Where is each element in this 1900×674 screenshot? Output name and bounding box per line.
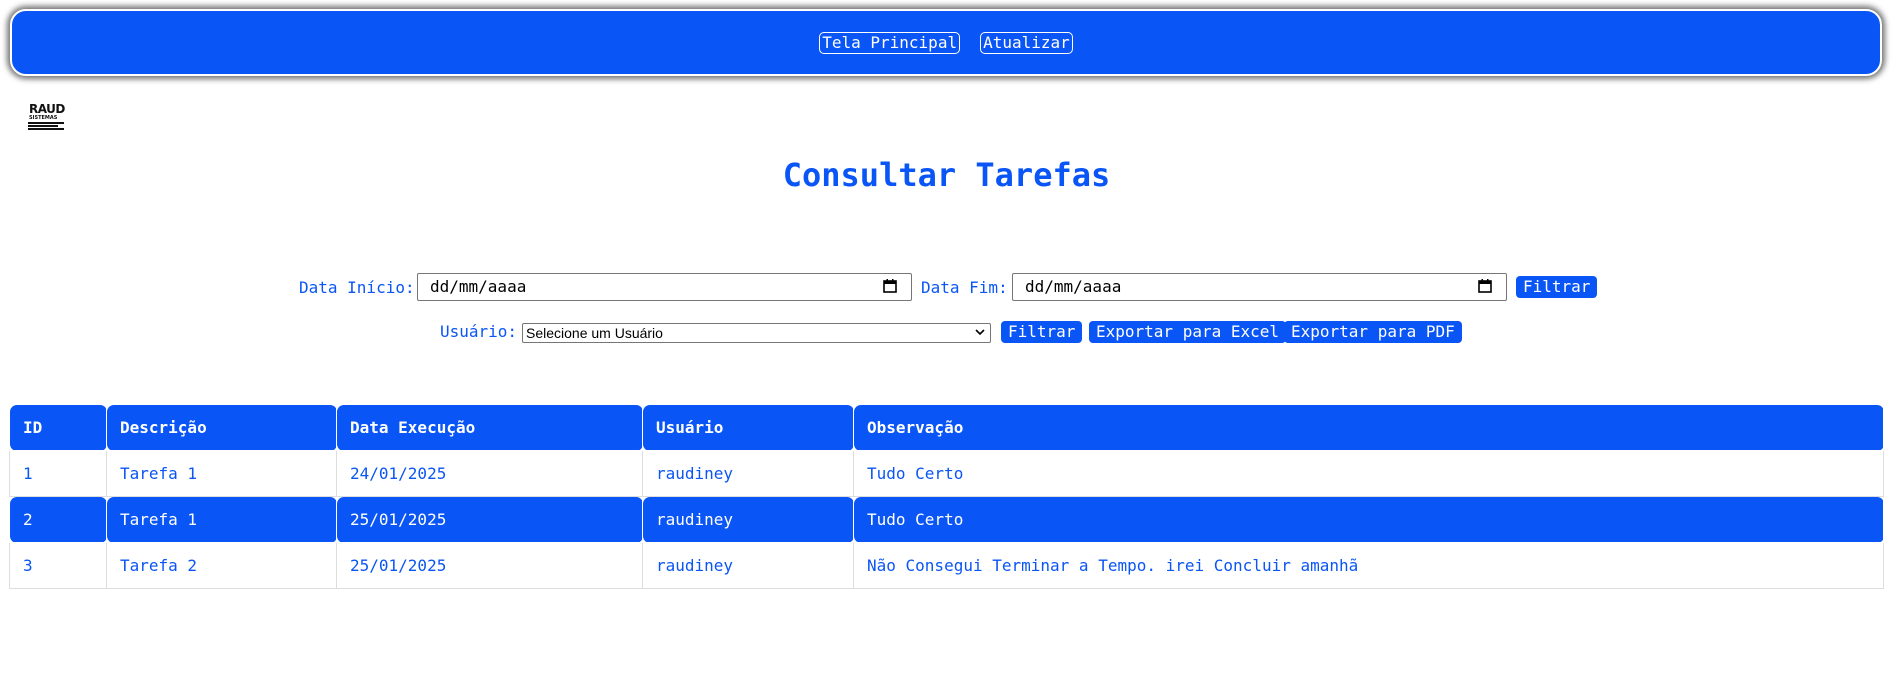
- cell-user: raudiney: [642, 450, 854, 497]
- start-date-value: dd/mm/aaaa: [430, 277, 527, 296]
- user-select[interactable]: Selecione um Usuário: [522, 323, 991, 343]
- export-excel-button[interactable]: Exportar para Excel: [1089, 321, 1287, 343]
- column-header-description: Descrição: [106, 404, 337, 451]
- home-button[interactable]: Tela Principal: [819, 31, 961, 54]
- table-row[interactable]: 2 Tarefa 1 25/01/2025 raudiney Tudo Cert…: [9, 496, 1884, 543]
- top-navbar: Tela Principal Atualizar: [10, 9, 1882, 76]
- column-header-observation: Observação: [853, 404, 1884, 451]
- end-date-label: Data Fim:: [921, 278, 1008, 297]
- user-filter-button[interactable]: Filtrar: [1001, 321, 1083, 343]
- company-logo: RAUD SISTEMAS: [28, 103, 68, 131]
- logo-subtext: SISTEMAS: [29, 115, 58, 121]
- cell-execution-date: 25/01/2025: [336, 496, 643, 543]
- column-header-execution-date: Data Execução: [336, 404, 643, 451]
- cell-description: Tarefa 2: [106, 542, 337, 589]
- user-select-value: Selecione um Usuário: [526, 325, 663, 341]
- tasks-table: ID Descrição Data Execução Usuário Obser…: [9, 404, 1884, 589]
- cell-execution-date: 24/01/2025: [336, 450, 643, 497]
- refresh-button[interactable]: Atualizar: [980, 31, 1073, 54]
- page-title: Consultar Tarefas: [782, 156, 1111, 194]
- logo-text: RAUD: [29, 102, 65, 116]
- cell-user: raudiney: [642, 542, 854, 589]
- table-row[interactable]: 1 Tarefa 1 24/01/2025 raudiney Tudo Cert…: [9, 450, 1884, 497]
- calendar-icon[interactable]: [1478, 279, 1492, 293]
- cell-id: 1: [9, 450, 107, 497]
- column-header-user: Usuário: [642, 404, 854, 451]
- cell-observation: Tudo Certo: [853, 496, 1884, 543]
- cell-user: raudiney: [642, 496, 854, 543]
- logo-line: [28, 128, 64, 130]
- cell-id: 2: [9, 496, 107, 543]
- date-filter-button[interactable]: Filtrar: [1516, 276, 1598, 298]
- logo-line: [28, 125, 58, 127]
- chevron-down-icon: [975, 329, 985, 336]
- logo-line: [28, 122, 64, 124]
- end-date-value: dd/mm/aaaa: [1025, 277, 1122, 296]
- cell-observation: Não Consegui Terminar a Tempo. irei Conc…: [853, 542, 1884, 589]
- user-label: Usuário:: [440, 322, 518, 341]
- cell-id: 3: [9, 542, 107, 589]
- table-row[interactable]: 3 Tarefa 2 25/01/2025 raudiney Não Conse…: [9, 542, 1884, 589]
- calendar-icon[interactable]: [883, 279, 897, 293]
- column-header-id: ID: [9, 404, 107, 451]
- cell-execution-date: 25/01/2025: [336, 542, 643, 589]
- start-date-input[interactable]: dd/mm/aaaa: [417, 273, 912, 301]
- end-date-input[interactable]: dd/mm/aaaa: [1012, 273, 1507, 301]
- table-header-row: ID Descrição Data Execução Usuário Obser…: [9, 404, 1884, 451]
- cell-description: Tarefa 1: [106, 450, 337, 497]
- export-pdf-button[interactable]: Exportar para PDF: [1284, 321, 1462, 343]
- start-date-label: Data Início:: [299, 278, 415, 297]
- cell-observation: Tudo Certo: [853, 450, 1884, 497]
- cell-description: Tarefa 1: [106, 496, 337, 543]
